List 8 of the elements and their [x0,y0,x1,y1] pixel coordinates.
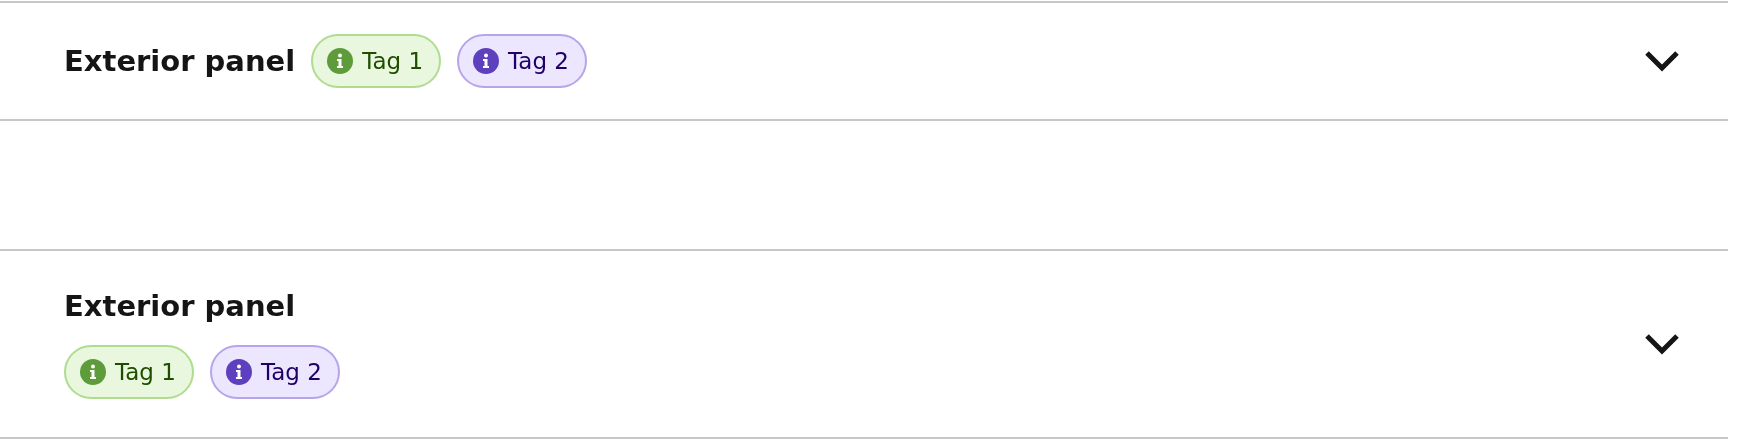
panel-title: Exterior panel [64,44,296,78]
chevron-icon [1644,50,1680,72]
chevron-icon [1644,333,1680,355]
tag-label: Tag 1 [115,359,176,385]
panel-title: Exterior panel [64,289,296,323]
tag-label: Tag 2 [508,48,569,74]
tag-label: Tag 1 [362,48,424,74]
tag-label: Tag 2 [260,359,322,385]
